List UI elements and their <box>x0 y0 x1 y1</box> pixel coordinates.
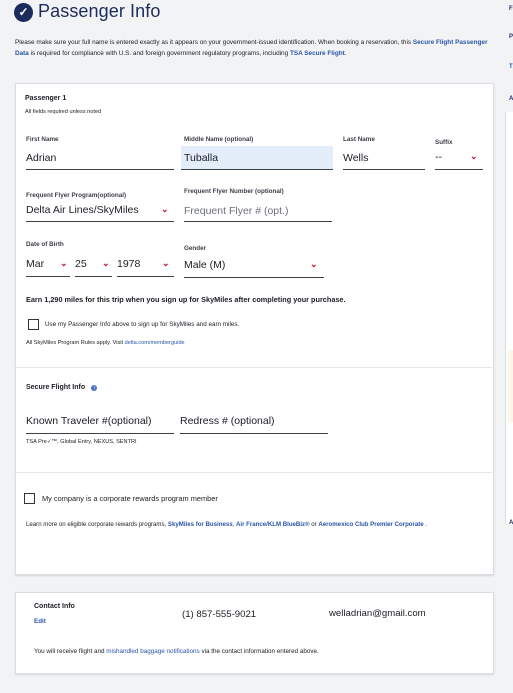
right-panel-letter: P <box>509 34 513 40</box>
member-guide-link[interactable]: delta.com/memberguide <box>125 340 185 346</box>
middle-name-underline <box>181 169 333 170</box>
secure-flight-header: Secure Flight Info i <box>26 384 98 391</box>
rules-text: All SkyMiles Program Rules apply. Visit … <box>26 340 185 346</box>
gender-underline <box>184 277 324 278</box>
divider <box>15 472 492 473</box>
ff-program-label: Frequent Flyer Program(optional) <box>26 192 127 199</box>
info-icon[interactable]: i <box>91 384 98 391</box>
dob-year-value: 1978 <box>117 258 141 270</box>
first-name-underline <box>26 169 174 170</box>
contact-heading: Contact Info <box>34 603 75 610</box>
aeromexico-corporate-link[interactable]: Aeromexico Club Premier Corporate <box>318 521 423 528</box>
last-name-label: Last Name <box>343 136 375 143</box>
dob-year-select[interactable]: 1978 ⌄ <box>117 257 174 275</box>
chevron-down-icon: ⌄ <box>161 204 169 214</box>
gender-value: Male (M) <box>184 259 226 271</box>
chevron-down-icon: ⌄ <box>60 258 68 268</box>
contact-notice: You will receive flight and mishandled b… <box>34 648 319 655</box>
dob-label: Date of Birth <box>26 241 64 248</box>
skymiles-signup-checkbox[interactable] <box>28 319 39 330</box>
skymiles-business-link[interactable]: SkyMiles for Business <box>168 521 233 528</box>
required-note: All fields required unless noted <box>25 109 102 115</box>
middle-name-input[interactable]: Tuballa <box>184 152 330 168</box>
right-panel-letter: F <box>509 6 513 12</box>
known-traveler-underline <box>26 433 174 434</box>
ff-program-underline <box>26 221 174 222</box>
corporate-checkbox[interactable] <box>24 493 35 504</box>
dob-day-value: 25 <box>75 258 87 270</box>
right-panel-letter: A <box>509 520 513 526</box>
middle-name-label: Middle Name (optional) <box>184 136 254 143</box>
secure-flight-heading: Secure Flight Info <box>26 384 86 391</box>
passenger-heading: Passenger 1 <box>25 95 67 102</box>
page-title: Passenger Info <box>38 1 161 21</box>
right-panel-letter[interactable]: T <box>509 64 513 70</box>
suffix-underline <box>435 169 483 170</box>
right-panel-card <box>505 112 513 524</box>
gender-select[interactable]: Male (M) ⌄ <box>184 258 324 276</box>
dob-month-underline <box>26 276 70 277</box>
suffix-label: Suffix <box>435 139 453 146</box>
ff-number-underline <box>184 221 332 222</box>
skymiles-signup-label: Use my Passenger Info above to sign up f… <box>45 321 240 328</box>
trusted-programs-note: TSA Pre✓™, Global Entry, NEXUS, SENTRI <box>26 439 137 445</box>
dob-month-select[interactable]: Mar ⌄ <box>26 257 70 275</box>
first-name-label: First Name <box>26 136 59 143</box>
redress-input[interactable]: Redress # (optional) <box>180 415 328 431</box>
chevron-down-icon: ⌄ <box>162 258 170 268</box>
dob-day-select[interactable]: 25 ⌄ <box>75 257 112 275</box>
gender-label: Gender <box>184 245 207 252</box>
right-panel-band <box>508 350 513 422</box>
ff-program-value: Delta Air Lines/SkyMiles <box>26 204 139 216</box>
contact-email: welladrian@gmail.com <box>329 608 426 619</box>
chevron-down-icon: ⌄ <box>470 151 478 161</box>
dob-day-underline <box>75 276 112 277</box>
baggage-notifications-link[interactable]: mishandled baggage notifications <box>106 648 199 655</box>
ff-program-select[interactable]: Delta Air Lines/SkyMiles ⌄ <box>26 203 174 221</box>
last-name-underline <box>343 169 425 170</box>
redress-underline <box>180 433 328 434</box>
first-name-input[interactable]: Adrian <box>26 152 174 168</box>
corporate-info-text: Learn more on eligible corporate rewards… <box>26 521 428 528</box>
chevron-down-icon: ⌄ <box>310 259 318 269</box>
suffix-value: -- <box>435 151 442 163</box>
corporate-checkbox-label: My company is a corporate rewards progra… <box>42 494 218 503</box>
checkmark-icon: ✓ <box>14 3 33 22</box>
edit-contact-link[interactable]: Edit <box>34 618 46 625</box>
intro-text: Please make sure your full name is enter… <box>15 39 488 57</box>
bluebiz-link[interactable]: Air France/KLM BlueBiz® <box>236 521 310 528</box>
dob-year-underline <box>117 276 174 277</box>
contact-card <box>15 592 494 674</box>
right-panel-letter: A <box>509 96 513 102</box>
ff-number-input[interactable]: Frequent Flyer # (opt.) <box>184 205 332 221</box>
last-name-input[interactable]: Wells <box>343 152 425 168</box>
earn-miles-text: Earn 1,290 miles for this trip when you … <box>26 295 346 304</box>
ff-number-label: Frequent Flyer Number (optional) <box>184 188 284 195</box>
dob-month-value: Mar <box>26 258 45 270</box>
tsa-secure-flight-link[interactable]: TSA Secure Flight <box>290 50 345 57</box>
contact-phone: (1) 857-555-9021 <box>182 609 257 620</box>
known-traveler-input[interactable]: Known Traveler #(optional) <box>26 415 174 431</box>
chevron-down-icon: ⌄ <box>102 258 110 268</box>
divider <box>15 367 492 368</box>
suffix-select[interactable]: -- ⌄ <box>435 150 483 168</box>
